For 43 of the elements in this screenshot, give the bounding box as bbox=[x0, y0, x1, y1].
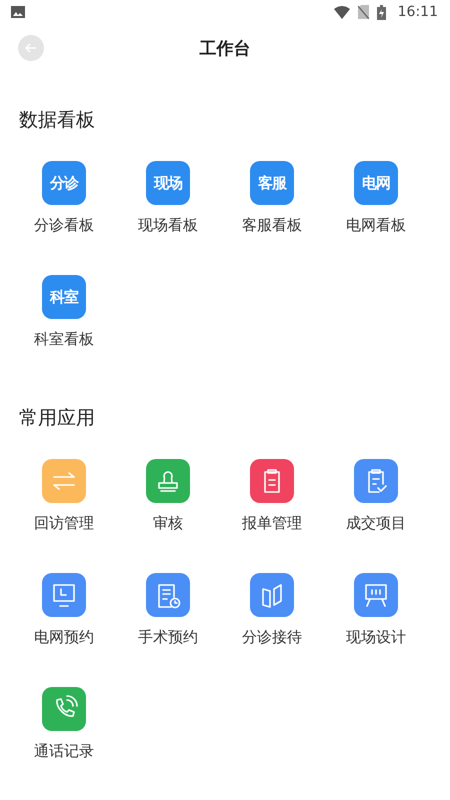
app-icon: 现场 bbox=[146, 161, 190, 205]
app-shortcut[interactable]: 通话记录 bbox=[12, 687, 116, 800]
app-shortcut[interactable]: 报单管理 bbox=[220, 459, 324, 573]
app-label: 科室看板 bbox=[34, 329, 94, 349]
app-icon: 电网 bbox=[354, 161, 398, 205]
page-title: 工作台 bbox=[200, 38, 250, 60]
back-arrow-icon bbox=[25, 43, 37, 53]
app-shortcut[interactable]: 分诊 分诊看板 bbox=[12, 161, 116, 275]
app-label: 现场看板 bbox=[138, 215, 198, 235]
battery-icon bbox=[376, 4, 386, 20]
app-shortcut[interactable]: 电网 电网看板 bbox=[324, 161, 428, 275]
app-label: 报单管理 bbox=[242, 513, 302, 533]
app-label: 成交项目 bbox=[346, 513, 406, 533]
app-shortcut[interactable]: 审核 bbox=[116, 459, 220, 573]
app-label: 通话记录 bbox=[34, 741, 94, 761]
section-title: 常用应用 bbox=[18, 406, 96, 430]
app-shortcut[interactable]: 现场 现场看板 bbox=[116, 161, 220, 275]
app-label: 分诊看板 bbox=[34, 215, 94, 235]
app-shortcut[interactable]: 现场设计 bbox=[324, 573, 428, 687]
app-shortcut[interactable]: 手术预约 bbox=[116, 573, 220, 687]
app-shortcut[interactable]: 电网预约 bbox=[12, 573, 116, 687]
app-label: 审核 bbox=[153, 513, 183, 533]
status-time: 16:11 bbox=[398, 4, 438, 20]
wifi-icon bbox=[334, 6, 350, 18]
app-shortcut[interactable]: 成交项目 bbox=[324, 459, 428, 573]
app-label: 分诊接待 bbox=[242, 627, 302, 647]
back-button[interactable] bbox=[18, 35, 44, 61]
app-label: 电网看板 bbox=[346, 215, 406, 235]
gallery-icon bbox=[11, 6, 25, 18]
app-label: 电网预约 bbox=[34, 627, 94, 647]
app-label: 手术预约 bbox=[138, 627, 198, 647]
app-icon: 客服 bbox=[250, 161, 294, 205]
app-shortcut[interactable]: 客服 客服看板 bbox=[220, 161, 324, 275]
app-label: 客服看板 bbox=[242, 215, 302, 235]
section-title: 数据看板 bbox=[18, 108, 96, 132]
app-shortcut[interactable]: 科室 科室看板 bbox=[12, 275, 116, 389]
app-shortcut[interactable]: 回访管理 bbox=[12, 459, 116, 573]
app-icon: 科室 bbox=[42, 275, 86, 319]
app-shortcut[interactable]: 分诊接待 bbox=[220, 573, 324, 687]
app-icon: 分诊 bbox=[42, 161, 86, 205]
no-sim-icon bbox=[358, 5, 369, 19]
app-label: 回访管理 bbox=[34, 513, 94, 533]
app-label: 现场设计 bbox=[346, 627, 406, 647]
